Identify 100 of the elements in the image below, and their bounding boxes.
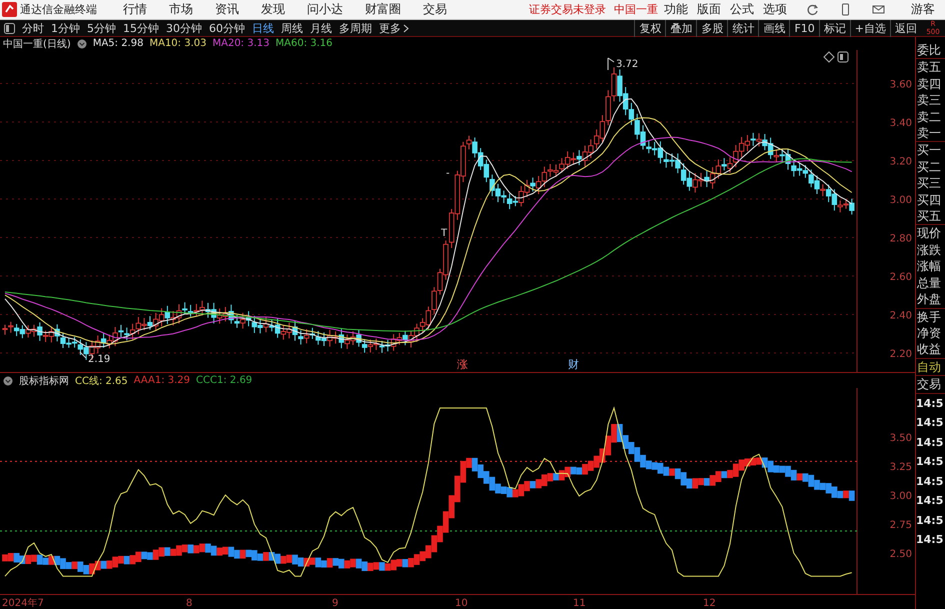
toolbar-button[interactable]: +自选 — [850, 20, 890, 36]
dropdown-circle-icon[interactable] — [3, 376, 13, 386]
quote-label: 涨跌 — [916, 242, 942, 258]
indicator-value: AAA1: 3.29 — [134, 375, 190, 386]
ma-value: MA60: 3.16 — [276, 38, 333, 49]
panel-toggle-icon[interactable] — [4, 22, 16, 34]
signal-tag: 涨 — [457, 358, 468, 371]
trade-time: 14:5 — [916, 493, 944, 510]
diamond-icon[interactable] — [823, 51, 835, 63]
menu-item[interactable]: 选项 — [763, 1, 787, 18]
quote-label: 涨幅 — [916, 258, 942, 275]
toolbar-button[interactable]: 返回 — [890, 20, 921, 36]
toolbar-button[interactable]: 画线 — [758, 20, 790, 36]
chart-mark: T — [441, 228, 448, 239]
toolbar-button[interactable]: 标记 — [818, 20, 850, 36]
indicator-title: 股标指标网 — [19, 374, 69, 388]
chart-mark: - — [446, 168, 450, 179]
period-tab[interactable]: 30分钟 — [166, 20, 202, 36]
app-title: 通达信金融终端 — [20, 2, 97, 17]
menu-item[interactable]: 公式 — [730, 1, 754, 18]
quote-label: 现价 — [916, 225, 942, 242]
refresh-icon[interactable] — [806, 3, 819, 16]
period-tab[interactable]: 15分钟 — [123, 20, 159, 36]
trade-time: 14:5 — [916, 532, 944, 548]
menu-item[interactable]: 版面 — [697, 1, 721, 18]
period-tab[interactable]: 60分钟 — [209, 20, 245, 36]
menu-item[interactable]: 资讯 — [215, 1, 239, 18]
panel-toggle-icon[interactable] — [838, 52, 848, 62]
price-axis-label: 3.00 — [890, 195, 912, 206]
indicator-axis-label: 3.50 — [890, 433, 912, 444]
price-axis-label: 3.60 — [890, 80, 912, 90]
toolbar-button[interactable]: F10 — [789, 20, 819, 36]
trade-time: 14:5 — [916, 474, 944, 490]
quote-label: 卖二 — [916, 108, 942, 126]
menu-item[interactable]: 行情 — [123, 1, 147, 18]
quote-label: 委比 — [916, 42, 942, 58]
price-axis-label: 2.20 — [890, 349, 912, 360]
trade-time: 14:5 — [916, 396, 944, 412]
auto-label[interactable]: 自动 — [916, 358, 945, 376]
indicator-axis-label: 3.25 — [890, 462, 912, 473]
menu-item[interactable]: 财富圈 — [365, 1, 401, 18]
trade-label: 交易 — [916, 376, 942, 393]
menu-item[interactable]: 市场 — [169, 1, 193, 18]
price-axis-label: 2.60 — [890, 272, 912, 283]
quote-label: 卖三 — [916, 92, 942, 109]
menu-item[interactable]: 交易 — [423, 1, 447, 18]
menu-item[interactable]: 功能 — [664, 1, 688, 18]
chart-title: 中国一重(日线) — [3, 38, 71, 50]
period-tab[interactable]: 周线 — [281, 20, 303, 36]
date-axis-label: 9 — [332, 598, 338, 607]
period-tab[interactable]: 多周期 — [339, 20, 372, 36]
toolbar-button[interactable]: 叠加 — [665, 20, 696, 36]
date-axis-label: 12 — [703, 598, 716, 607]
quote-label: 换手 — [916, 308, 942, 325]
indicator-axis-label: 3.00 — [890, 491, 912, 502]
period-tab[interactable]: 日线 — [252, 20, 274, 36]
period-tab[interactable]: 5分钟 — [87, 20, 116, 36]
signal-tag: 财 — [568, 358, 579, 371]
ma-value: MA5: 2.98 — [92, 38, 144, 49]
chevron-right-icon — [403, 24, 410, 32]
quote-label: 总量 — [916, 274, 942, 292]
phone-icon[interactable] — [839, 3, 852, 16]
quote-label: 买五 — [916, 208, 942, 224]
quote-label: 外盘 — [916, 291, 942, 308]
date-axis-label: 11 — [573, 598, 586, 607]
quote-label: 收益 — [916, 341, 942, 358]
more-button[interactable]: 更多 — [379, 20, 401, 36]
price-axis-label: 3.40 — [890, 118, 912, 129]
quote-label: 净资 — [916, 324, 942, 342]
date-axis-label: 10 — [455, 598, 468, 607]
mail-icon[interactable] — [872, 3, 885, 16]
quote-label: 买二 — [916, 158, 942, 176]
toolbar-button[interactable]: 复权 — [634, 20, 666, 36]
date-axis-label: 8 — [186, 598, 192, 607]
menu-item[interactable]: 问小达 — [307, 1, 343, 18]
trade-time: 14:5 — [916, 512, 944, 529]
price-axis-label: 3.20 — [890, 156, 912, 168]
dropdown-circle-icon[interactable] — [76, 38, 87, 48]
trade-time: 14:5 — [916, 415, 944, 432]
quote-label: 买一 — [916, 142, 942, 159]
menu-item[interactable]: 发现 — [261, 1, 285, 18]
login-notice[interactable]: 证券交易未登录 — [529, 2, 606, 17]
quote-label: 卖五 — [916, 59, 942, 76]
period-tab[interactable]: 分时 — [22, 20, 44, 36]
date-axis-label: 2024年7 — [2, 598, 44, 607]
toolbar-button[interactable]: 统计 — [727, 20, 758, 36]
period-tab[interactable]: 月线 — [310, 20, 332, 36]
indicator-value: CC线: 2.65 — [75, 374, 128, 388]
period-tab[interactable]: 1分钟 — [51, 20, 80, 36]
indicator-axis-label: 2.50 — [890, 549, 912, 560]
user-name[interactable]: 游客 — [911, 1, 935, 18]
toolbar-button[interactable]: 多股 — [696, 20, 728, 36]
indicator-axis-label: 2.75 — [890, 520, 912, 531]
high-price-label: 3.72 — [608, 58, 638, 70]
trade-time: 14:5 — [916, 434, 944, 451]
ma-value: MA20: 3.13 — [212, 38, 270, 49]
quote-label: 买四 — [916, 192, 942, 208]
low-price-label: 2.19 — [80, 352, 110, 365]
stock-name: 中国一重 — [614, 2, 658, 17]
indicator-value: CCC1: 2.69 — [196, 375, 252, 386]
